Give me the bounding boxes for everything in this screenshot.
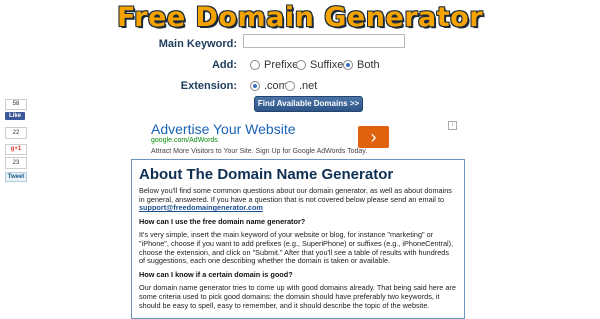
radio-suffixes-control[interactable]: [296, 60, 306, 70]
add-label: Add:: [211, 59, 237, 71]
ad-info-icon[interactable]: i: [448, 121, 457, 130]
faq-question-1: How can I use the free domain name gener…: [139, 216, 306, 226]
keyword-input[interactable]: [243, 34, 405, 48]
ad-title-link[interactable]: Advertise Your Website: [151, 121, 296, 137]
radio-net-label: .net: [299, 80, 318, 92]
facebook-like-button[interactable]: Like: [5, 112, 25, 120]
radio-com[interactable]: .com: [250, 80, 288, 92]
gplus-button[interactable]: g+1: [5, 144, 27, 155]
about-heading: About The Domain Name Generator: [139, 166, 394, 183]
faq-answer-2: Our domain name generator tries to come …: [139, 283, 456, 310]
ad-url[interactable]: google.com/AdWords: [151, 137, 218, 144]
tweet-count: 23: [5, 157, 27, 169]
radio-net-control[interactable]: [285, 81, 295, 91]
faq-question-2: How can I know if a certain domain is go…: [139, 269, 293, 279]
radio-prefixes-control[interactable]: [250, 60, 260, 70]
support-email-link[interactable]: support@freedomaingenerator.com: [139, 203, 263, 212]
radio-both-control[interactable]: [343, 60, 353, 70]
keyword-label: Main Keyword:: [158, 38, 237, 50]
radio-suffixes[interactable]: Suffixes: [296, 59, 349, 71]
gplus-count: 22: [5, 127, 27, 139]
radio-net[interactable]: .net: [285, 80, 317, 92]
site-logo[interactable]: Free Domain Generator: [0, 2, 600, 33]
tweet-button[interactable]: Tweet: [5, 172, 27, 182]
radio-both-label: Both: [357, 59, 380, 71]
radio-both[interactable]: Both: [343, 59, 380, 71]
radio-com-control[interactable]: [250, 81, 260, 91]
faq-answer-1: It's very simple, insert the main keywor…: [139, 230, 454, 266]
ad-url-text[interactable]: google.com/AdWords: [151, 137, 218, 144]
intro-text: Below you'll find some common questions …: [139, 186, 452, 204]
extension-label: Extension:: [180, 80, 237, 92]
ad-description: Attract More Visitors to Your Site. Sign…: [151, 148, 368, 155]
find-domains-button[interactable]: Find Available Domains >>: [254, 96, 363, 112]
ad-arrow-button[interactable]: ›: [358, 126, 389, 148]
about-panel: About The Domain Name Generator Below yo…: [131, 159, 465, 319]
facebook-count: 58: [5, 99, 27, 110]
intro-paragraph: Below you'll find some common questions …: [139, 186, 457, 213]
